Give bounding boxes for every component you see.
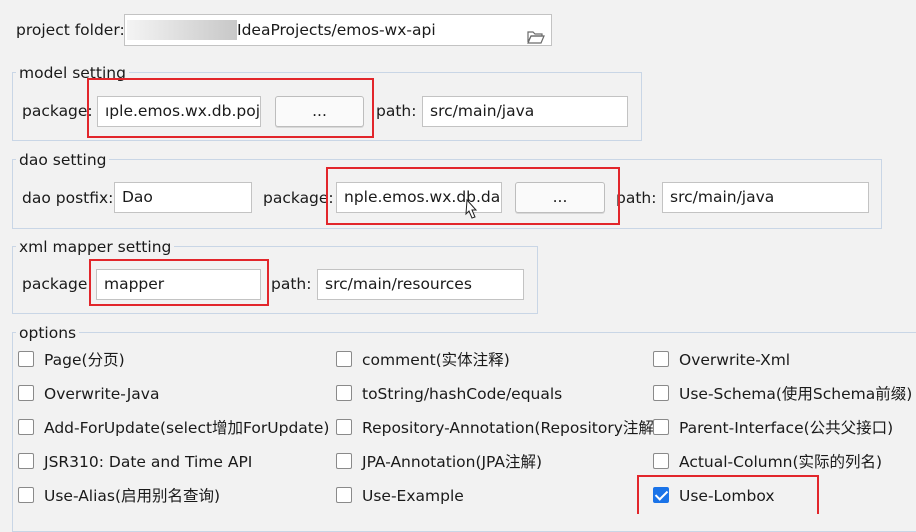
checkbox[interactable] — [336, 385, 352, 401]
dao-postfix-input[interactable]: Dao — [114, 182, 252, 213]
checkbox[interactable] — [336, 453, 352, 469]
xml-path-label: path: — [271, 275, 312, 293]
highlight-box-xml-package — [89, 259, 269, 306]
checkbox[interactable] — [653, 385, 669, 401]
project-folder-field[interactable]: IdeaProjects/emos-wx-api — [124, 14, 552, 46]
xml-mapper-setting-title: xml mapper setting — [16, 237, 175, 257]
checkbox[interactable] — [18, 385, 34, 401]
project-folder-path: IdeaProjects/emos-wx-api — [237, 21, 436, 39]
xml-path-input[interactable]: src/main/resources — [317, 269, 524, 300]
checkbox[interactable] — [336, 487, 352, 503]
dao-postfix-label: dao postfix: — [22, 189, 114, 207]
project-folder-label: project folder: — [16, 21, 125, 39]
folder-open-icon[interactable] — [527, 24, 545, 44]
checkbox[interactable] — [18, 351, 34, 367]
checkbox[interactable] — [653, 351, 669, 367]
model-path-label: path: — [376, 102, 417, 120]
checkbox[interactable] — [653, 419, 669, 435]
dao-package-label: package: — [263, 189, 334, 207]
text-cursor-icon — [465, 198, 479, 221]
options-title: options — [16, 323, 80, 343]
checkbox[interactable] — [653, 453, 669, 469]
highlight-box-use-lombox — [637, 475, 819, 514]
checkbox[interactable] — [336, 351, 352, 367]
model-package-label: package: — [22, 102, 93, 120]
dao-path-label: path: — [616, 189, 657, 207]
checkbox[interactable] — [18, 419, 34, 435]
blurred-path-segment — [127, 20, 237, 40]
checkbox[interactable] — [336, 419, 352, 435]
checkbox[interactable] — [18, 487, 34, 503]
xml-package-label: package: — [22, 275, 93, 293]
checkbox[interactable] — [18, 453, 34, 469]
dao-setting-title: dao setting — [16, 150, 110, 170]
highlight-box-model-package — [87, 78, 374, 138]
dao-path-input[interactable]: src/main/java — [662, 182, 869, 213]
model-path-input[interactable]: src/main/java — [422, 96, 628, 127]
